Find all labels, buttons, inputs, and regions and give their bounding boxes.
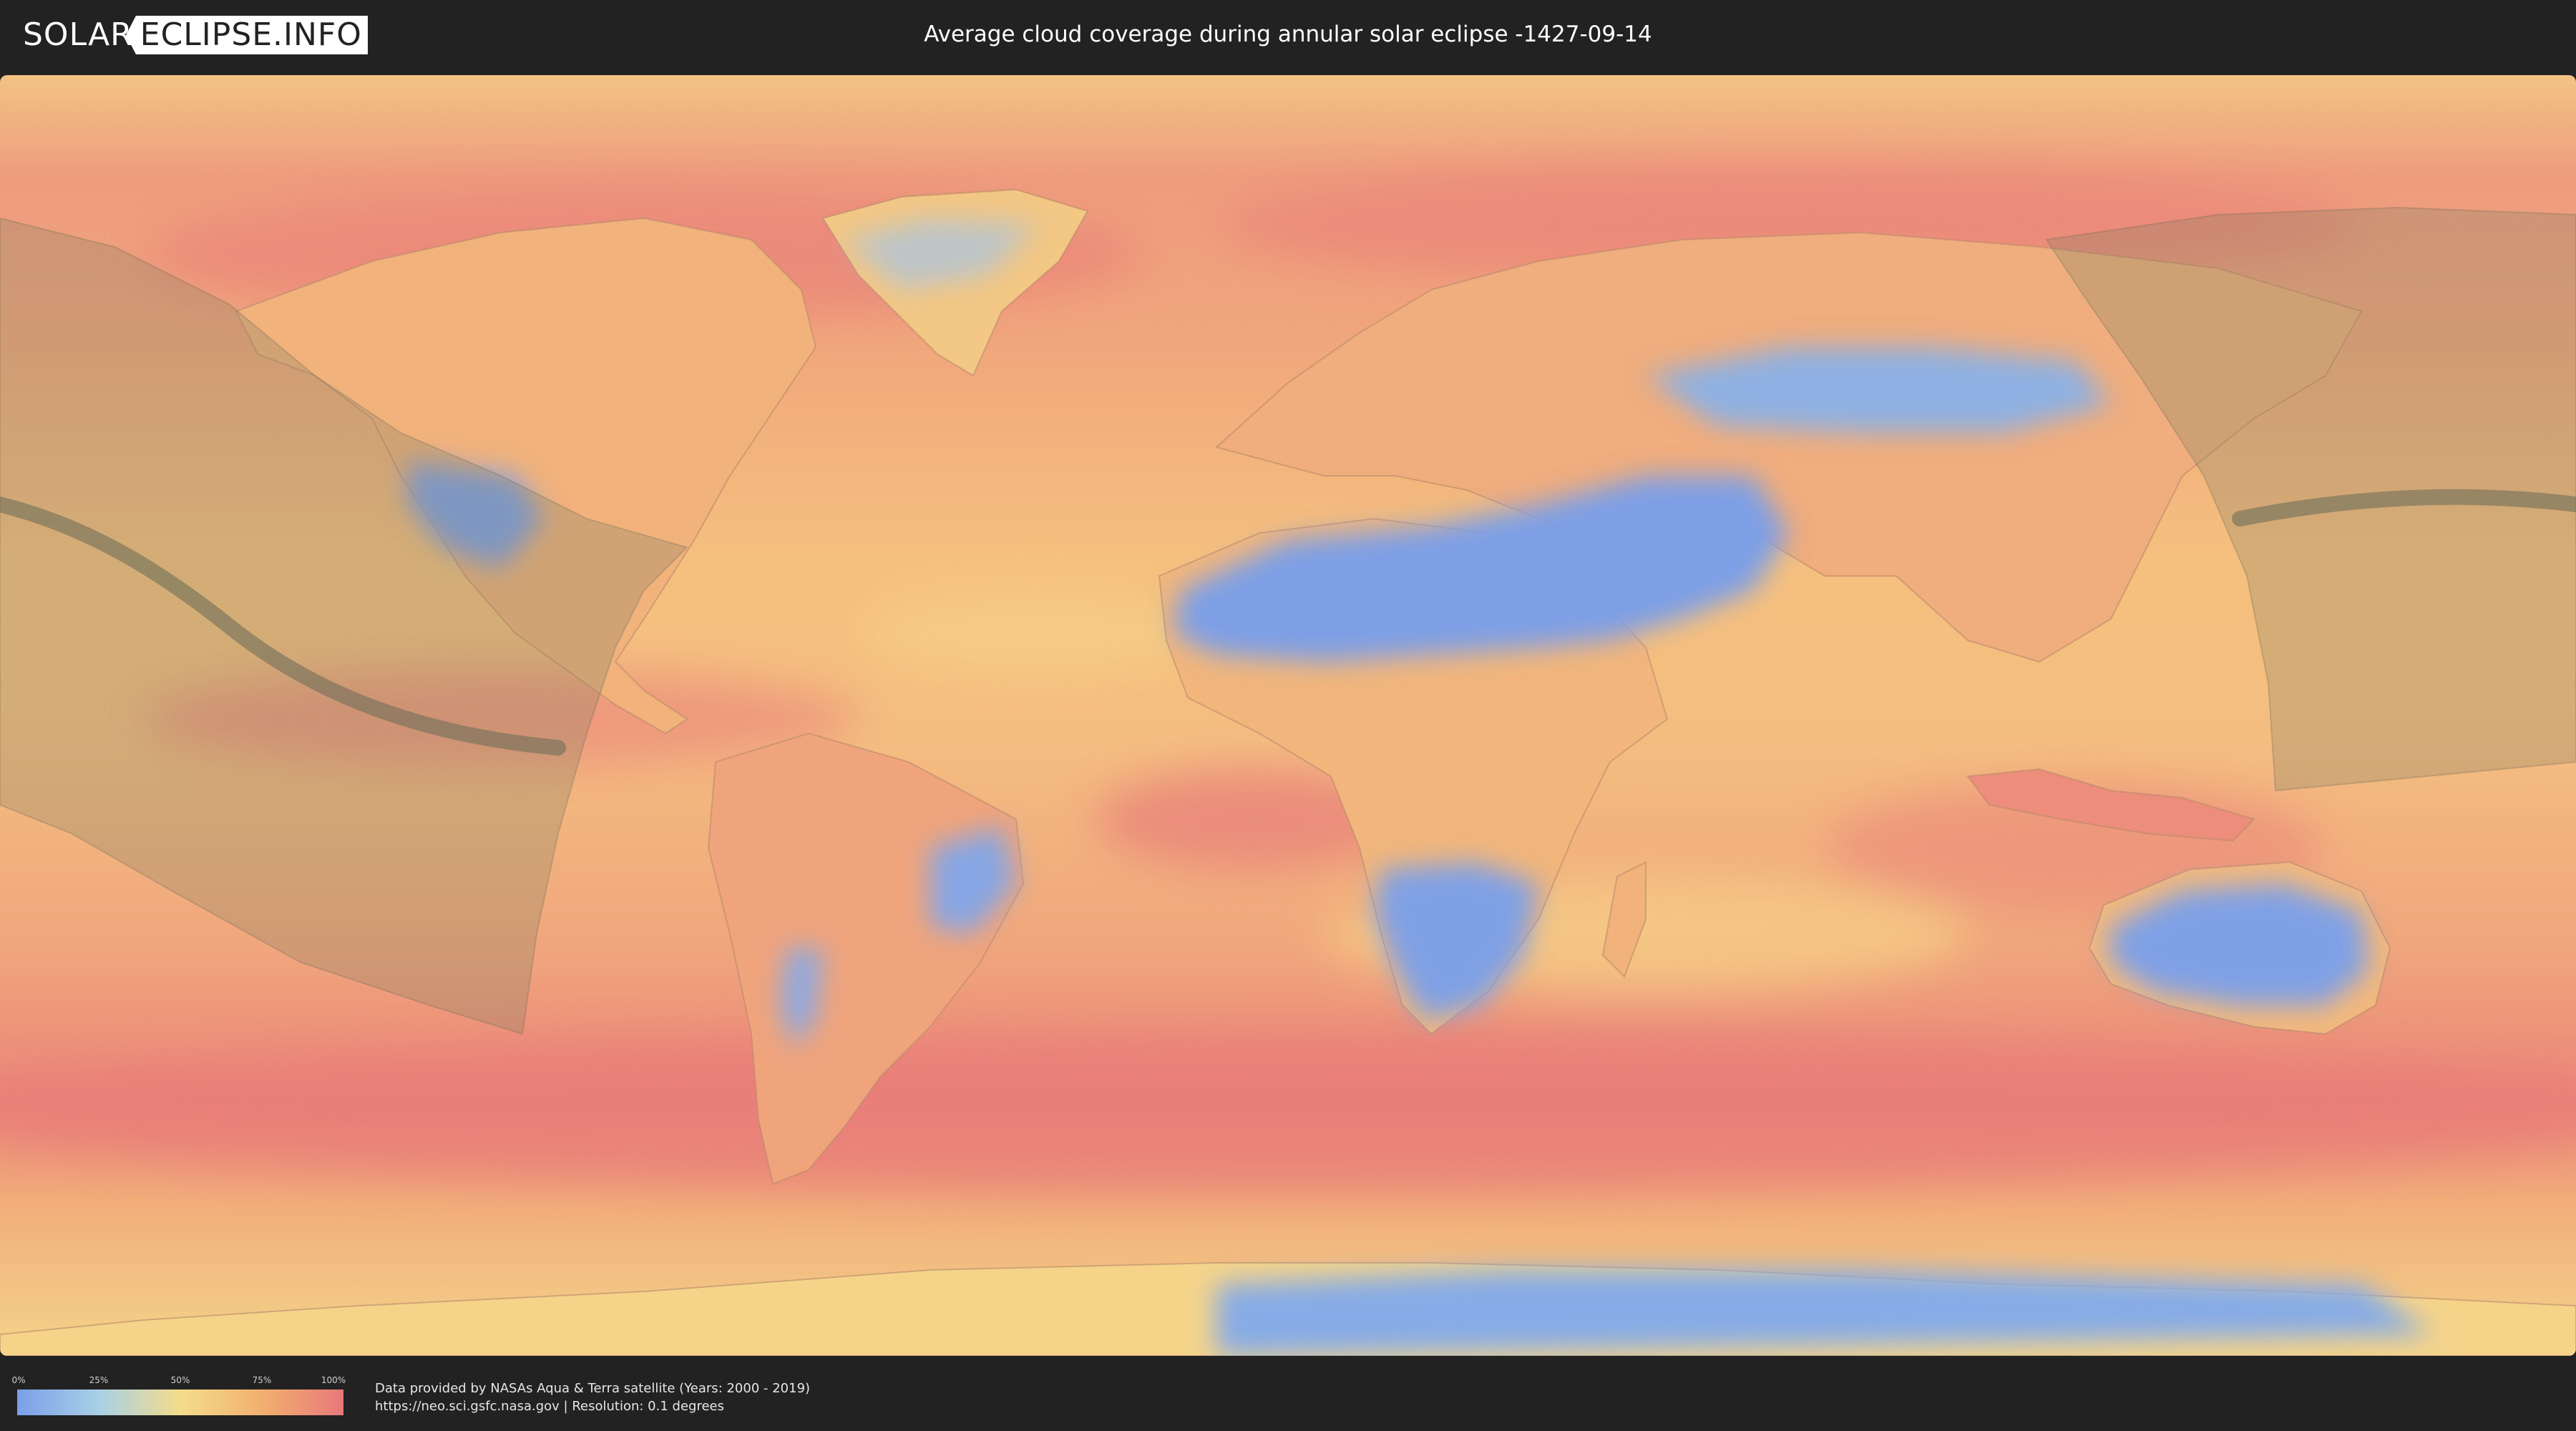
cloud-coverage-legend: 0% 25% 50% 75% 100% — [11, 1375, 346, 1418]
legend-color-bar — [17, 1390, 343, 1415]
legend-tick-100: 100% — [321, 1375, 346, 1385]
legend-tick-75: 75% — [252, 1375, 272, 1385]
map-canvas — [0, 75, 2576, 1356]
page-title: Average cloud coverage during annular so… — [924, 21, 1652, 47]
attribution-source: Data provided by NASAs Aqua & Terra sate… — [375, 1381, 811, 1396]
data-attribution: Data provided by NASAs Aqua & Terra sate… — [375, 1379, 810, 1415]
header-bar: SOLAR ECLIPSE.INFO Average cloud coverag… — [0, 0, 2576, 72]
attribution-url[interactable]: https://neo.sci.gsfc.nasa.gov | Resoluti… — [375, 1397, 810, 1415]
legend-tick-50: 50% — [170, 1375, 190, 1385]
cloud-coverage-map — [0, 75, 2576, 1356]
legend-tick-0: 0% — [11, 1375, 26, 1385]
legend-tick-25: 25% — [89, 1375, 109, 1385]
footer-bar: 0% 25% 50% 75% 100% Data provided by NAS… — [0, 1359, 2576, 1431]
